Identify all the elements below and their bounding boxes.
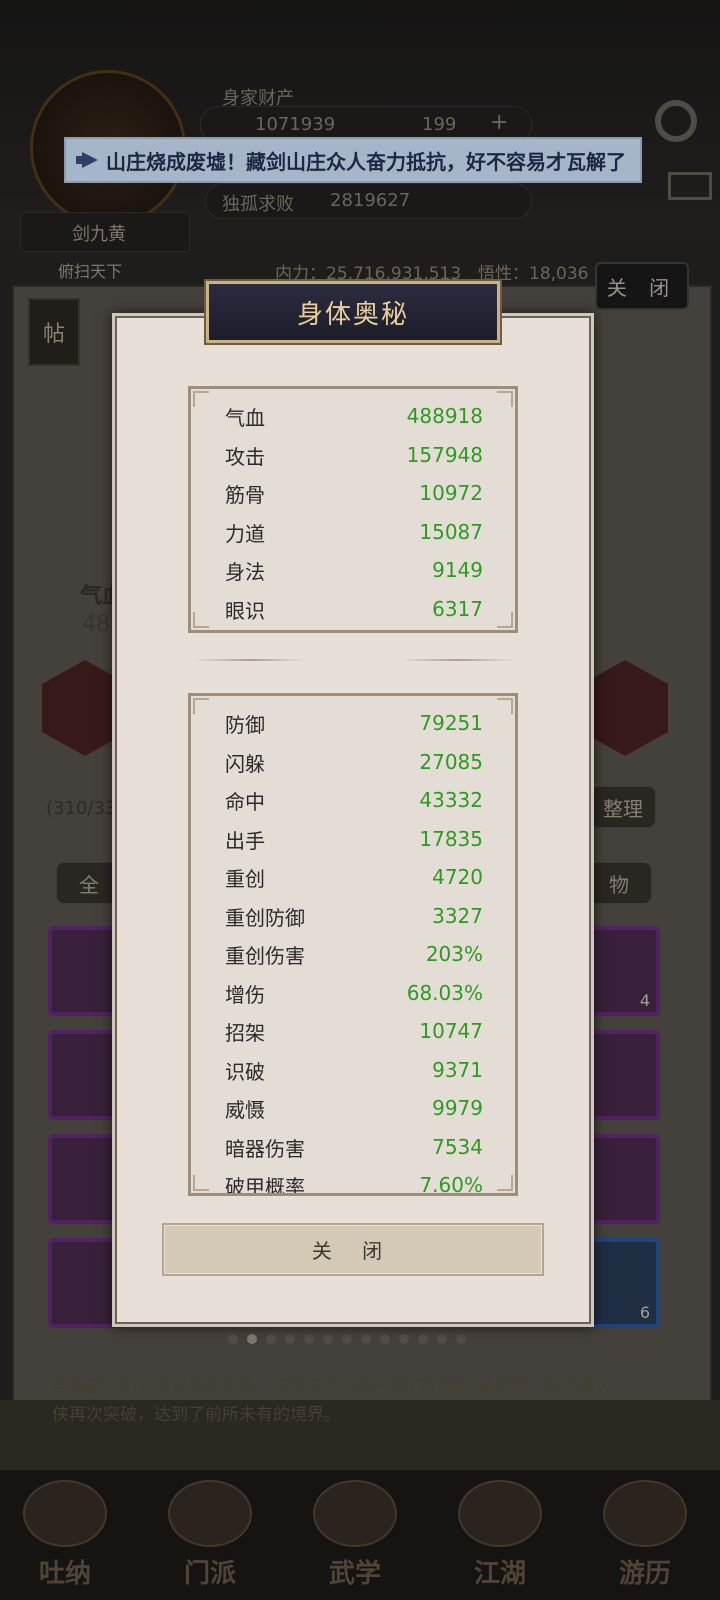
stat-value: 9371 xyxy=(432,1058,483,1082)
stat-label: 气血 xyxy=(225,405,265,430)
stat-value: 4720 xyxy=(432,865,483,889)
stat-row: 眼识 6317 xyxy=(225,594,483,624)
stat-label: 破甲概率 xyxy=(225,1174,305,1196)
close-button[interactable]: 关 闭 xyxy=(162,1223,544,1276)
stat-label: 增伤 xyxy=(225,982,265,1007)
stat-value: 43332 xyxy=(419,788,483,812)
stat-label: 眼识 xyxy=(225,598,265,623)
announcement-text: 山庄烧成废墟！藏剑山庄众人奋力抵抗，好不容易才瓦解了 xyxy=(106,149,626,174)
stat-label: 威慑 xyxy=(225,1097,265,1122)
stat-label: 筋骨 xyxy=(225,482,265,507)
megaphone-icon xyxy=(76,152,98,168)
stat-value: 9149 xyxy=(432,558,483,582)
stat-value: 79251 xyxy=(419,711,483,735)
stat-label: 出手 xyxy=(225,828,265,853)
stat-value: 488918 xyxy=(406,404,483,428)
stat-value: 3327 xyxy=(432,904,483,928)
stat-label: 招架 xyxy=(225,1020,265,1045)
stat-label: 命中 xyxy=(225,789,265,814)
stat-value: 68.03% xyxy=(406,981,483,1005)
stat-label: 重创防御 xyxy=(225,905,305,930)
combat-stats-panel[interactable]: 防御 79251 闪躲 27085 命中 43332 出手 17835 重创 4720 重… xyxy=(188,693,518,1196)
stat-label: 暗器伤害 xyxy=(225,1136,305,1161)
stat-row: 重创防御 3327 xyxy=(225,901,483,931)
stat-value: 10747 xyxy=(419,1019,483,1043)
stat-row: 防御 79251 xyxy=(225,708,483,738)
stat-value: 15087 xyxy=(419,520,483,544)
ornament-divider-right xyxy=(400,659,515,661)
dialog-title: 身体奥秘 xyxy=(296,299,409,330)
stat-row: 重创伤害 203% xyxy=(225,939,483,969)
stat-label: 身法 xyxy=(225,559,265,584)
stat-row: 招架 10747 xyxy=(225,1016,483,1046)
stat-row: 气血 488918 xyxy=(225,401,483,431)
stat-row: 威慑 9979 xyxy=(225,1093,483,1123)
stat-label: 重创 xyxy=(225,866,265,891)
stat-label: 攻击 xyxy=(225,444,265,469)
stat-row: 身法 9149 xyxy=(225,555,483,585)
stat-label: 力道 xyxy=(225,521,265,546)
stat-row: 命中 43332 xyxy=(225,785,483,815)
stat-value: 157948 xyxy=(406,443,483,467)
dialog-title-plate: 身体奥秘 xyxy=(206,281,500,343)
stat-value: 9979 xyxy=(432,1096,483,1120)
stat-value: 17835 xyxy=(419,827,483,851)
stat-row: 增伤 68.03% xyxy=(225,978,483,1008)
stat-row: 出手 17835 xyxy=(225,824,483,854)
stat-row: 攻击 157948 xyxy=(225,440,483,470)
stat-label: 识破 xyxy=(225,1059,265,1084)
stat-value: 7.60% xyxy=(419,1173,483,1196)
stat-label: 重创伤害 xyxy=(225,943,305,968)
ornament-divider-left xyxy=(195,659,305,661)
stat-label: 闪躲 xyxy=(225,751,265,776)
stat-value: 7534 xyxy=(432,1135,483,1159)
stat-value: 10972 xyxy=(419,481,483,505)
stat-row: 力道 15087 xyxy=(225,517,483,547)
stat-row: 破甲概率 7.60% xyxy=(225,1170,483,1196)
stat-row: 筋骨 10972 xyxy=(225,478,483,508)
stat-value: 27085 xyxy=(419,750,483,774)
stat-value: 203% xyxy=(425,942,483,966)
basic-stats-panel: 气血 488918 攻击 157948 筋骨 10972 力道 15087 身法 9149… xyxy=(188,386,518,633)
stat-row: 闪躲 27085 xyxy=(225,747,483,777)
stat-row: 重创 4720 xyxy=(225,862,483,892)
announcement-banner: 山庄烧成废墟！藏剑山庄众人奋力抵抗，好不容易才瓦解了 xyxy=(64,137,642,183)
stat-value: 6317 xyxy=(432,597,483,621)
stat-label: 防御 xyxy=(225,712,265,737)
stat-row: 暗器伤害 7534 xyxy=(225,1132,483,1162)
stat-row: 识破 9371 xyxy=(225,1055,483,1085)
